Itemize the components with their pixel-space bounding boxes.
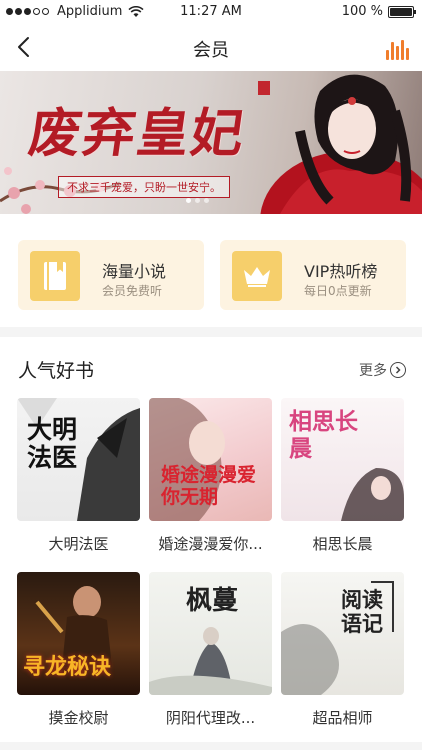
bottom-divider bbox=[0, 742, 422, 750]
quick-entry-vip-chart[interactable]: VIP热听榜 每日0点更新 bbox=[220, 240, 406, 310]
banner-slogan: 不求三千宠爱，只盼一世安宁。 bbox=[58, 176, 230, 198]
quick-entry-novels[interactable]: 海量小说 会员免费听 bbox=[18, 240, 204, 310]
book-item[interactable]: 婚途漫漫爱你无期 婚途漫漫爱你... bbox=[149, 398, 272, 554]
nav-bar: 会员 bbox=[0, 24, 422, 70]
section-divider bbox=[0, 327, 422, 337]
book-cover-text: 相思长晨 bbox=[289, 408, 358, 462]
book-cover: 大明法医 bbox=[17, 398, 140, 521]
book-item[interactable]: 阅读语记 超品相师 bbox=[281, 572, 404, 728]
book-title: 相思长晨 bbox=[312, 535, 373, 553]
book-icon bbox=[30, 251, 80, 301]
book-title: 大明法医 bbox=[48, 535, 109, 553]
status-bar: Applidium 11:27 AM 100 % bbox=[0, 0, 422, 24]
book-item[interactable]: 相思长晨 相思长晨 bbox=[281, 398, 404, 554]
book-cover-text: 枫蔓 bbox=[185, 586, 238, 616]
crown-icon bbox=[232, 251, 282, 301]
book-cover: 寻龙秘诀 bbox=[17, 572, 140, 695]
banner-pagination bbox=[186, 198, 209, 203]
more-button[interactable]: 更多 bbox=[359, 360, 406, 380]
book-cover-text: 阅读语记 bbox=[341, 587, 383, 636]
more-label: 更多 bbox=[359, 363, 387, 379]
book-title: 超品相师 bbox=[312, 709, 373, 727]
battery-icon bbox=[388, 5, 416, 18]
book-cover-text: 寻龙秘诀 bbox=[23, 654, 112, 680]
book-item[interactable]: 大明法医 大明法医 bbox=[17, 398, 140, 554]
banner-title: 废弃皇妃 bbox=[25, 103, 250, 164]
book-item[interactable]: 寻龙秘诀 摸金校尉 bbox=[17, 572, 140, 728]
quick-entry-title: 海量小说 bbox=[102, 262, 167, 281]
battery-percent: 100 % bbox=[341, 4, 383, 19]
quick-entry-title: VIP热听榜 bbox=[304, 262, 378, 281]
page-title: 会员 bbox=[193, 40, 229, 61]
section-title: 人气好书 bbox=[18, 360, 95, 382]
quick-entries: 海量小说 会员免费听 VIP热听榜 每日0点更新 bbox=[18, 240, 406, 310]
book-cover-text: 大明法医 bbox=[27, 415, 78, 472]
book-item[interactable]: 枫蔓 阴阳代理改... bbox=[149, 572, 272, 728]
quick-entry-subtitle: 每日0点更新 bbox=[304, 284, 372, 298]
book-title: 阴阳代理改... bbox=[165, 709, 256, 727]
book-title: 摸金校尉 bbox=[48, 709, 109, 727]
book-cover: 枫蔓 bbox=[149, 572, 272, 695]
promo-banner[interactable]: 废弃皇妃 不求三千宠爱，只盼一世安宁。 bbox=[0, 71, 422, 214]
equalizer-icon bbox=[385, 50, 389, 60]
book-cover-text: 婚途漫漫爱你无期 bbox=[161, 464, 257, 508]
quick-entry-subtitle: 会员免费听 bbox=[102, 284, 163, 298]
now-playing-button[interactable] bbox=[384, 34, 410, 60]
book-cover: 相思长晨 bbox=[281, 398, 404, 521]
chevron-right-icon bbox=[390, 362, 406, 378]
book-title: 婚途漫漫爱你... bbox=[158, 535, 263, 553]
status-right: 100 % bbox=[341, 4, 416, 19]
book-cover: 婚途漫漫爱你无期 bbox=[149, 398, 272, 521]
book-cover: 阅读语记 bbox=[281, 572, 404, 695]
